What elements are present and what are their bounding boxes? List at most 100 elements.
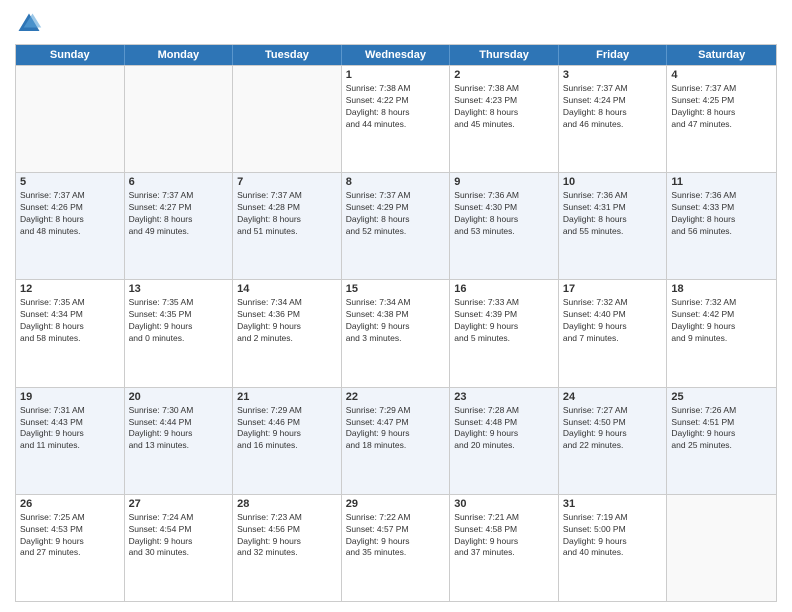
weekday-header-thursday: Thursday xyxy=(450,45,559,65)
calendar-cell: 12 Sunrise: 7:35 AM Sunset: 4:34 PM Dayli… xyxy=(16,280,125,386)
calendar-cell: 27 Sunrise: 7:24 AM Sunset: 4:54 PM Dayli… xyxy=(125,495,234,601)
calendar-cell xyxy=(667,495,776,601)
day-number: 26 xyxy=(20,498,120,510)
calendar-cell: 21 Sunrise: 7:29 AM Sunset: 4:46 PM Dayli… xyxy=(233,388,342,494)
day-number: 22 xyxy=(346,391,446,403)
day-number: 31 xyxy=(563,498,663,510)
logo xyxy=(15,10,47,38)
week-row-3: 12 Sunrise: 7:35 AM Sunset: 4:34 PM Dayli… xyxy=(16,279,776,386)
day-info: Sunrise: 7:23 AM Sunset: 4:56 PM Dayligh… xyxy=(237,512,337,560)
calendar-cell: 5 Sunrise: 7:37 AM Sunset: 4:26 PM Daylig… xyxy=(16,173,125,279)
calendar-cell: 17 Sunrise: 7:32 AM Sunset: 4:40 PM Dayli… xyxy=(559,280,668,386)
day-number: 9 xyxy=(454,176,554,188)
weekday-header-wednesday: Wednesday xyxy=(342,45,451,65)
day-info: Sunrise: 7:32 AM Sunset: 4:42 PM Dayligh… xyxy=(671,297,772,345)
calendar-cell: 8 Sunrise: 7:37 AM Sunset: 4:29 PM Daylig… xyxy=(342,173,451,279)
day-info: Sunrise: 7:37 AM Sunset: 4:28 PM Dayligh… xyxy=(237,190,337,238)
day-number: 1 xyxy=(346,69,446,81)
day-number: 15 xyxy=(346,283,446,295)
day-number: 17 xyxy=(563,283,663,295)
day-number: 30 xyxy=(454,498,554,510)
calendar-body: 1 Sunrise: 7:38 AM Sunset: 4:22 PM Daylig… xyxy=(16,65,776,601)
day-info: Sunrise: 7:37 AM Sunset: 4:27 PM Dayligh… xyxy=(129,190,229,238)
weekday-header-sunday: Sunday xyxy=(16,45,125,65)
week-row-1: 1 Sunrise: 7:38 AM Sunset: 4:22 PM Daylig… xyxy=(16,65,776,172)
day-info: Sunrise: 7:28 AM Sunset: 4:48 PM Dayligh… xyxy=(454,405,554,453)
day-number: 10 xyxy=(563,176,663,188)
week-row-2: 5 Sunrise: 7:37 AM Sunset: 4:26 PM Daylig… xyxy=(16,172,776,279)
day-number: 5 xyxy=(20,176,120,188)
calendar-cell xyxy=(125,66,234,172)
day-number: 2 xyxy=(454,69,554,81)
day-number: 12 xyxy=(20,283,120,295)
day-number: 18 xyxy=(671,283,772,295)
calendar-cell: 25 Sunrise: 7:26 AM Sunset: 4:51 PM Dayli… xyxy=(667,388,776,494)
day-number: 29 xyxy=(346,498,446,510)
day-info: Sunrise: 7:27 AM Sunset: 4:50 PM Dayligh… xyxy=(563,405,663,453)
calendar-cell: 31 Sunrise: 7:19 AM Sunset: 5:00 PM Dayli… xyxy=(559,495,668,601)
day-number: 21 xyxy=(237,391,337,403)
day-number: 14 xyxy=(237,283,337,295)
calendar-cell: 1 Sunrise: 7:38 AM Sunset: 4:22 PM Daylig… xyxy=(342,66,451,172)
calendar-cell: 14 Sunrise: 7:34 AM Sunset: 4:36 PM Dayli… xyxy=(233,280,342,386)
day-info: Sunrise: 7:33 AM Sunset: 4:39 PM Dayligh… xyxy=(454,297,554,345)
calendar-cell: 4 Sunrise: 7:37 AM Sunset: 4:25 PM Daylig… xyxy=(667,66,776,172)
day-info: Sunrise: 7:19 AM Sunset: 5:00 PM Dayligh… xyxy=(563,512,663,560)
calendar-header: SundayMondayTuesdayWednesdayThursdayFrid… xyxy=(16,45,776,65)
day-number: 28 xyxy=(237,498,337,510)
day-number: 20 xyxy=(129,391,229,403)
day-info: Sunrise: 7:32 AM Sunset: 4:40 PM Dayligh… xyxy=(563,297,663,345)
day-info: Sunrise: 7:22 AM Sunset: 4:57 PM Dayligh… xyxy=(346,512,446,560)
day-info: Sunrise: 7:37 AM Sunset: 4:26 PM Dayligh… xyxy=(20,190,120,238)
calendar-cell: 6 Sunrise: 7:37 AM Sunset: 4:27 PM Daylig… xyxy=(125,173,234,279)
calendar-cell: 7 Sunrise: 7:37 AM Sunset: 4:28 PM Daylig… xyxy=(233,173,342,279)
day-info: Sunrise: 7:25 AM Sunset: 4:53 PM Dayligh… xyxy=(20,512,120,560)
day-info: Sunrise: 7:29 AM Sunset: 4:46 PM Dayligh… xyxy=(237,405,337,453)
weekday-header-tuesday: Tuesday xyxy=(233,45,342,65)
day-info: Sunrise: 7:37 AM Sunset: 4:29 PM Dayligh… xyxy=(346,190,446,238)
day-number: 27 xyxy=(129,498,229,510)
day-info: Sunrise: 7:31 AM Sunset: 4:43 PM Dayligh… xyxy=(20,405,120,453)
day-info: Sunrise: 7:30 AM Sunset: 4:44 PM Dayligh… xyxy=(129,405,229,453)
day-number: 6 xyxy=(129,176,229,188)
day-info: Sunrise: 7:26 AM Sunset: 4:51 PM Dayligh… xyxy=(671,405,772,453)
day-info: Sunrise: 7:38 AM Sunset: 4:22 PM Dayligh… xyxy=(346,83,446,131)
calendar-cell xyxy=(233,66,342,172)
day-info: Sunrise: 7:37 AM Sunset: 4:25 PM Dayligh… xyxy=(671,83,772,131)
day-number: 7 xyxy=(237,176,337,188)
header xyxy=(15,10,777,38)
week-row-5: 26 Sunrise: 7:25 AM Sunset: 4:53 PM Dayli… xyxy=(16,494,776,601)
day-info: Sunrise: 7:24 AM Sunset: 4:54 PM Dayligh… xyxy=(129,512,229,560)
calendar-cell: 2Sunrise: 7:38 AM Sunset: 4:23 PM Daylig… xyxy=(450,66,559,172)
day-info: Sunrise: 7:37 AM Sunset: 4:24 PM Dayligh… xyxy=(563,83,663,131)
calendar-cell: 9Sunrise: 7:36 AM Sunset: 4:30 PM Daylig… xyxy=(450,173,559,279)
weekday-header-saturday: Saturday xyxy=(667,45,776,65)
day-number: 23 xyxy=(454,391,554,403)
weekday-header-friday: Friday xyxy=(559,45,668,65)
day-info: Sunrise: 7:35 AM Sunset: 4:35 PM Dayligh… xyxy=(129,297,229,345)
week-row-4: 19Sunrise: 7:31 AM Sunset: 4:43 PM Dayli… xyxy=(16,387,776,494)
calendar-cell: 11Sunrise: 7:36 AM Sunset: 4:33 PM Dayli… xyxy=(667,173,776,279)
day-number: 16 xyxy=(454,283,554,295)
calendar-cell: 22Sunrise: 7:29 AM Sunset: 4:47 PM Dayli… xyxy=(342,388,451,494)
calendar-cell: 24Sunrise: 7:27 AM Sunset: 4:50 PM Dayli… xyxy=(559,388,668,494)
day-info: Sunrise: 7:34 AM Sunset: 4:36 PM Dayligh… xyxy=(237,297,337,345)
day-info: Sunrise: 7:35 AM Sunset: 4:34 PM Dayligh… xyxy=(20,297,120,345)
day-info: Sunrise: 7:36 AM Sunset: 4:31 PM Dayligh… xyxy=(563,190,663,238)
calendar-cell: 19Sunrise: 7:31 AM Sunset: 4:43 PM Dayli… xyxy=(16,388,125,494)
weekday-header-monday: Monday xyxy=(125,45,234,65)
logo-icon xyxy=(15,10,43,38)
calendar-cell: 30Sunrise: 7:21 AM Sunset: 4:58 PM Dayli… xyxy=(450,495,559,601)
calendar-cell: 3Sunrise: 7:37 AM Sunset: 4:24 PM Daylig… xyxy=(559,66,668,172)
calendar: SundayMondayTuesdayWednesdayThursdayFrid… xyxy=(15,44,777,602)
day-number: 25 xyxy=(671,391,772,403)
calendar-cell: 16 Sunrise: 7:33 AM Sunset: 4:39 PM Dayli… xyxy=(450,280,559,386)
calendar-cell: 28 Sunrise: 7:23 AM Sunset: 4:56 PM Dayli… xyxy=(233,495,342,601)
calendar-cell: 18 Sunrise: 7:32 AM Sunset: 4:42 PM Dayli… xyxy=(667,280,776,386)
calendar-cell: 26 Sunrise: 7:25 AM Sunset: 4:53 PM Dayli… xyxy=(16,495,125,601)
calendar-cell: 29 Sunrise: 7:22 AM Sunset: 4:57 PM Dayli… xyxy=(342,495,451,601)
day-info: Sunrise: 7:36 AM Sunset: 4:33 PM Dayligh… xyxy=(671,190,772,238)
day-number: 4 xyxy=(671,69,772,81)
day-number: 8 xyxy=(346,176,446,188)
calendar-cell: 15Sunrise: 7:34 AM Sunset: 4:38 PM Dayli… xyxy=(342,280,451,386)
